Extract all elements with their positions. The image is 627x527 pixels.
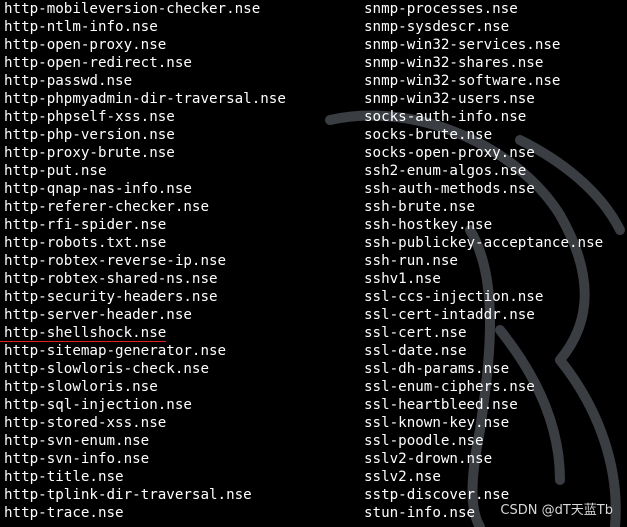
file-entry: sslv2.nse [364,469,441,485]
file-entry: http-robtex-reverse-ip.nse [4,253,227,269]
file-entry: http-sql-injection.nse [4,397,192,413]
right-file-column: snmp-processes.nse snmp-sysdescr.nse snmp-… [364,0,603,522]
file-entry: http-referer-checker.nse [4,199,209,215]
left-file-column: http-mobileversion-checker.nse http-ntlm-… [4,0,286,522]
file-entry: snmp-processes.nse [364,1,518,17]
file-entry: http-ntlm-info.nse [4,19,158,35]
file-entry: ssh-hostkey.nse [364,217,493,233]
file-entry: sshv1.nse [364,271,441,287]
file-entry: http-passwd.nse [4,73,133,89]
file-entry: ssh-publickey-acceptance.nse [364,235,604,251]
file-entry: ssl-heartbleed.nse [364,397,518,413]
file-entry: http-title.nse [4,469,124,485]
file-entry: http-open-redirect.nse [4,55,192,71]
file-entry: http-phpself-xss.nse [4,109,175,125]
file-entry: http-phpmyadmin-dir-traversal.nse [4,91,286,107]
file-entry: http-proxy-brute.nse [4,145,175,161]
file-entry: ssl-known-key.nse [364,415,510,431]
file-entry: http-stored-xss.nse [4,415,167,431]
terminal-window[interactable]: http-mobileversion-checker.nse http-ntlm-… [0,0,627,527]
file-entry: snmp-win32-users.nse [364,91,535,107]
file-entry: ssl-cert-intaddr.nse [364,307,535,323]
file-entry: ssl-poodle.nse [364,433,484,449]
file-entry: snmp-sysdescr.nse [364,19,510,35]
file-entry: http-robots.txt.nse [4,235,167,251]
file-entry: socks-open-proxy.nse [364,145,535,161]
file-entry: http-svn-enum.nse [4,433,150,449]
file-entry: ssh2-enum-algos.nse [364,163,527,179]
file-entry: http-tplink-dir-traversal.nse [4,487,252,503]
file-entry: sslv2-drown.nse [364,451,493,467]
file-entry: socks-auth-info.nse [364,109,527,125]
file-entry: http-svn-info.nse [4,451,150,467]
file-entry: http-put.nse [4,163,107,179]
file-entry: http-rfi-spider.nse [4,217,167,233]
file-entry: http-mobileversion-checker.nse [4,1,261,17]
file-entry: http-trace.nse [4,505,124,521]
file-entry: http-security-headers.nse [4,289,218,305]
file-entry: http-slowloris.nse [4,379,158,395]
file-entry: http-robtex-shared-ns.nse [4,271,218,287]
file-entry: ssl-ccs-injection.nse [364,289,544,305]
csdn-watermark: CSDN @dT天蓝Tb [500,503,613,518]
file-entry: ssl-enum-ciphers.nse [364,379,535,395]
file-entry: http-server-header.nse [4,307,192,323]
file-entry: ssh-auth-methods.nse [364,181,535,197]
highlight-underline [0,341,166,342]
file-entry: ssh-brute.nse [364,199,476,215]
file-entry: ssl-date.nse [364,343,467,359]
file-entry: http-php-version.nse [4,127,175,143]
file-entry: http-shellshock.nse [4,325,167,341]
file-entry: ssl-cert.nse [364,325,467,341]
file-entry: socks-brute.nse [364,127,493,143]
file-entry: ssl-dh-params.nse [364,361,510,377]
file-entry: http-slowloris-check.nse [4,361,209,377]
file-entry: http-open-proxy.nse [4,37,167,53]
file-entry: snmp-win32-software.nse [364,73,561,89]
file-entry: snmp-win32-services.nse [364,37,561,53]
file-entry: http-qnap-nas-info.nse [4,181,192,197]
file-entry: snmp-win32-shares.nse [364,55,544,71]
file-entry: ssh-run.nse [364,253,458,269]
file-entry: http-sitemap-generator.nse [4,343,227,359]
